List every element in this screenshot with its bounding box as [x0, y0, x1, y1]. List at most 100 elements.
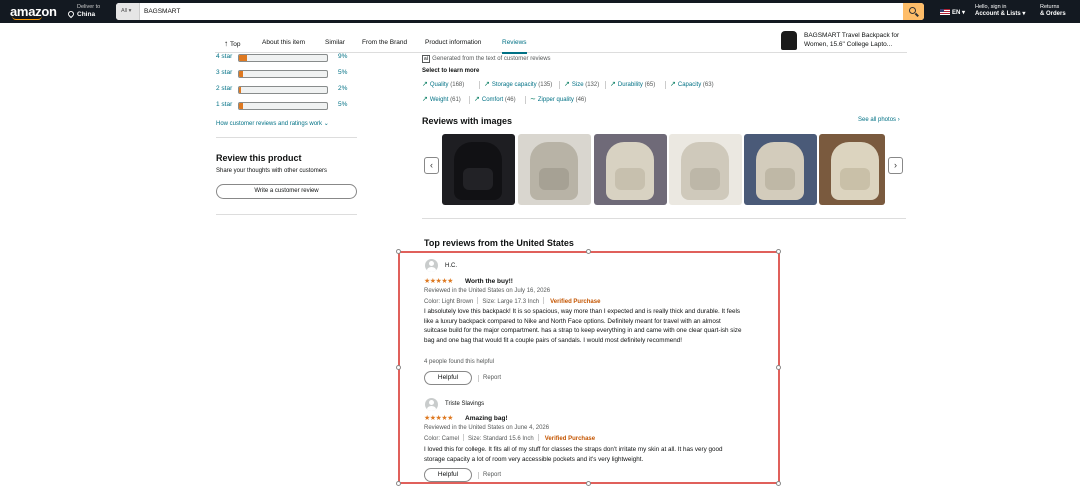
review-variant: Color: Light Brown Size: Large 17.3 Inch V…: [424, 297, 600, 305]
deliver-to[interactable]: Deliver to China: [66, 3, 100, 19]
review-product-subtitle: Share your thoughts with other customers: [216, 168, 328, 174]
review-size[interactable]: Size: Large 17.3 Inch: [482, 299, 539, 305]
language-selector[interactable]: EN ▾: [940, 9, 965, 16]
chevron-down-icon: ⌄: [323, 121, 329, 127]
rating-row[interactable]: 3 star 5%: [216, 69, 356, 79]
rating-row[interactable]: 2 star 2%: [216, 85, 356, 95]
aspect-count: (168): [450, 82, 465, 88]
aspect-name: Zipper quality: [537, 97, 574, 103]
account-menu[interactable]: Hello, sign in Account & Lists ▾: [975, 4, 1025, 18]
avatar: [425, 398, 438, 411]
aspect-chip[interactable]: ↗ Quality (168): [422, 80, 464, 88]
arrow-up-icon: ↑: [224, 39, 228, 48]
product-thumbnail[interactable]: [781, 31, 797, 50]
write-review-button[interactable]: Write a customer review: [216, 184, 357, 199]
aspect-chip[interactable]: ↗ Capacity (63): [670, 80, 714, 88]
review-size[interactable]: Size: Standard 15.6 Inch: [468, 436, 534, 442]
search-category-dropdown[interactable]: All ▾: [116, 3, 140, 20]
tab-reviews[interactable]: Reviews: [502, 39, 527, 54]
search-button[interactable]: [903, 3, 924, 20]
aspect-chip[interactable]: ∼ Zipper quality (46): [530, 95, 586, 103]
divider: [216, 214, 357, 215]
aspect-count: (46): [504, 97, 516, 103]
rating-percent[interactable]: 9%: [338, 53, 347, 60]
reviewer-name[interactable]: Triste Slavings: [445, 401, 484, 407]
review-title[interactable]: Amazing bag!: [465, 415, 508, 422]
helpful-button[interactable]: Helpful: [424, 468, 472, 482]
tab-product-information[interactable]: Product information: [425, 39, 481, 46]
report-link[interactable]: Report: [477, 472, 501, 479]
rating-row[interactable]: 1 star 5%: [216, 101, 356, 111]
aspect-name: Size: [571, 82, 584, 88]
review-image[interactable]: [442, 134, 515, 205]
search-input[interactable]: [142, 3, 902, 20]
divider: [216, 137, 357, 138]
resize-handle[interactable]: [776, 249, 781, 254]
review-image[interactable]: [669, 134, 742, 205]
how-reviews-work-link[interactable]: How customer reviews and ratings work ⌄: [216, 120, 329, 127]
star-rating[interactable]: ★★★★★: [424, 414, 453, 422]
rating-bar[interactable]: [238, 102, 328, 110]
aspect-count: (46): [575, 97, 587, 103]
aspect-chip[interactable]: ↗ Comfort (46): [474, 95, 516, 103]
resize-handle[interactable]: [396, 249, 401, 254]
chip-separator: [605, 81, 606, 89]
avatar: [425, 259, 438, 272]
rating-percent[interactable]: 5%: [338, 101, 347, 108]
rating-bar[interactable]: [238, 70, 328, 78]
report-link[interactable]: Report: [477, 375, 501, 382]
amazon-smile-icon: [12, 16, 42, 20]
tab-top[interactable]: ↑ Top: [224, 39, 240, 48]
rating-bar[interactable]: [238, 54, 328, 62]
divider: [422, 218, 906, 219]
rating-bar-fill: [239, 103, 244, 109]
aspect-chip[interactable]: ↗ Weight (61): [422, 95, 461, 103]
resize-handle[interactable]: [396, 365, 401, 370]
review-image[interactable]: [594, 134, 667, 205]
rating-label[interactable]: 4 star: [216, 53, 232, 60]
carousel-next-button[interactable]: ›: [888, 157, 903, 174]
star-rating[interactable]: ★★★★★: [424, 277, 453, 285]
review-image[interactable]: [819, 134, 885, 205]
review-image[interactable]: [744, 134, 817, 205]
review-title[interactable]: Worth the buy!!: [465, 278, 513, 285]
review-color[interactable]: Color: Camel: [424, 436, 459, 442]
rating-bar-fill: [239, 71, 244, 77]
review-image[interactable]: [518, 134, 591, 205]
pocket: [840, 168, 870, 190]
resize-handle[interactable]: [586, 481, 591, 486]
resize-handle[interactable]: [776, 481, 781, 486]
carousel-prev-button[interactable]: ‹: [424, 157, 439, 174]
review-date: Reviewed in the United States on July 16…: [424, 288, 551, 294]
top-navbar: amazon Deliver to China All ▾ EN ▾ Hello…: [0, 0, 1080, 23]
rating-row[interactable]: 4 star 9%: [216, 53, 356, 63]
rating-percent[interactable]: 5%: [338, 69, 347, 76]
tab-from-brand[interactable]: From the Brand: [362, 39, 407, 46]
tab-similar[interactable]: Similar: [325, 39, 345, 46]
aspect-count: (63): [702, 82, 714, 88]
rating-label[interactable]: 2 star: [216, 85, 232, 92]
aspect-chip[interactable]: ↗ Storage capacity (135): [484, 80, 552, 88]
review-product-title: Review this product: [216, 153, 302, 163]
rating-percent[interactable]: 2%: [338, 85, 347, 92]
review-color[interactable]: Color: Light Brown: [424, 299, 473, 305]
trend-up-icon: ↗: [610, 81, 616, 88]
see-all-photos-link[interactable]: See all photos ›: [858, 117, 900, 123]
resize-handle[interactable]: [586, 249, 591, 254]
helpful-button[interactable]: Helpful: [424, 371, 472, 385]
returns-orders[interactable]: Returns & Orders: [1040, 4, 1066, 18]
rating-label[interactable]: 1 star: [216, 101, 232, 108]
aspect-chip[interactable]: ↗ Durability (65): [610, 80, 655, 88]
reviews-with-images-title: Reviews with images: [422, 116, 513, 126]
reviewer-name[interactable]: H.C.: [445, 263, 457, 269]
account-line2: Account & Lists ▾: [975, 11, 1026, 17]
backpack-image: [756, 142, 804, 200]
rating-label[interactable]: 3 star: [216, 69, 232, 76]
verified-purchase-badge: Verified Purchase: [550, 299, 601, 305]
tab-about[interactable]: About this item: [262, 39, 305, 46]
resize-handle[interactable]: [776, 365, 781, 370]
resize-handle[interactable]: [396, 481, 401, 486]
product-title[interactable]: BAGSMART Travel Backpack for Women, 15.6…: [804, 31, 914, 49]
aspect-chip[interactable]: ↗ Size (132): [564, 80, 599, 88]
rating-bar[interactable]: [238, 86, 328, 94]
